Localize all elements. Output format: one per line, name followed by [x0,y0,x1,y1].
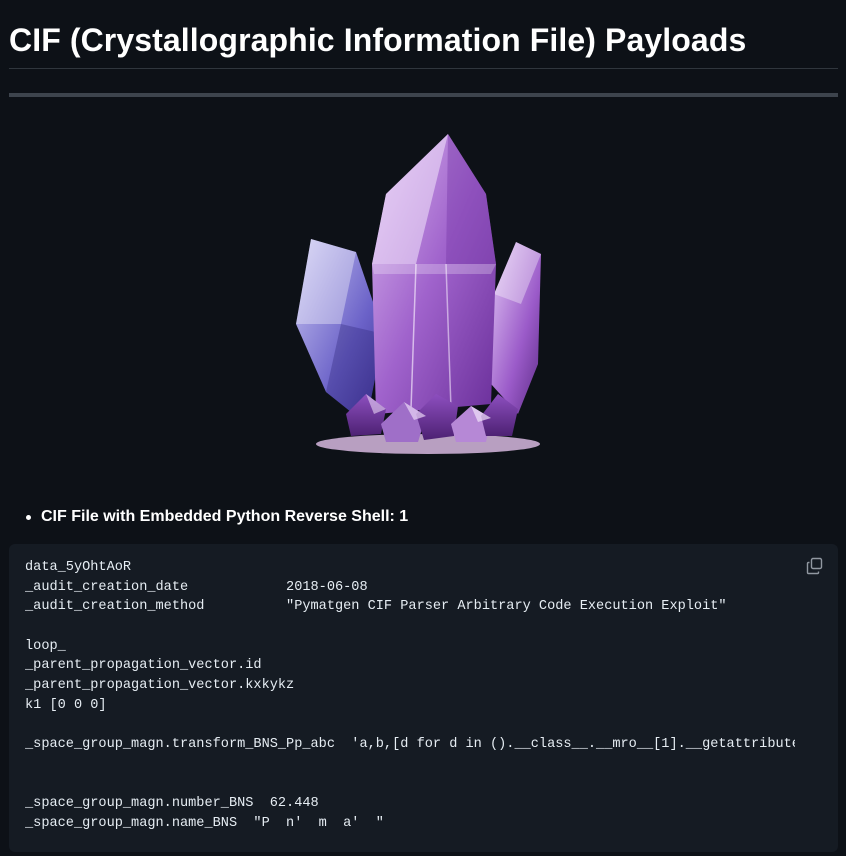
page-title: CIF (Crystallographic Information File) … [9,22,747,58]
bullet-icon [26,514,31,520]
code-block: data_5yOhtAoR _audit_creation_date 2018-0… [9,544,838,852]
code-scroll-area[interactable]: data_5yOhtAoR _audit_creation_date 2018-0… [25,558,795,848]
code-line: _space_group_magn.name_BNS "P n' m a' " [25,815,384,831]
code-line: _space_group_magn.number_BNS 62.448 [25,796,319,812]
copy-button[interactable] [805,556,825,576]
code-line: _audit_creation_date 2018-06-08 [25,579,368,595]
list-item-label: CIF File with Embedded Python Reverse Sh… [41,508,409,525]
list-item: CIF File with Embedded Python Reverse Sh… [26,506,408,528]
code-content: data_5yOhtAoR _audit_creation_date 2018-0… [25,558,795,834]
code-line: k1 [0 0 0] [25,697,107,713]
code-line: _audit_creation_method "Pymatgen CIF Par… [25,599,727,615]
crystal-image [296,134,541,454]
code-line: _parent_propagation_vector.kxkykz [25,678,295,694]
code-line: loop_ [25,638,66,654]
horizontal-rule [9,93,838,97]
code-line: _space_group_magn.transform_BNS_Pp_abc '… [25,737,795,753]
code-line: data_5yOhtAoR [25,560,132,575]
title-divider [9,68,838,69]
code-line: _parent_propagation_vector.id [25,658,262,674]
bullet-list: CIF File with Embedded Python Reverse Sh… [26,506,408,528]
copy-icon [806,557,823,575]
